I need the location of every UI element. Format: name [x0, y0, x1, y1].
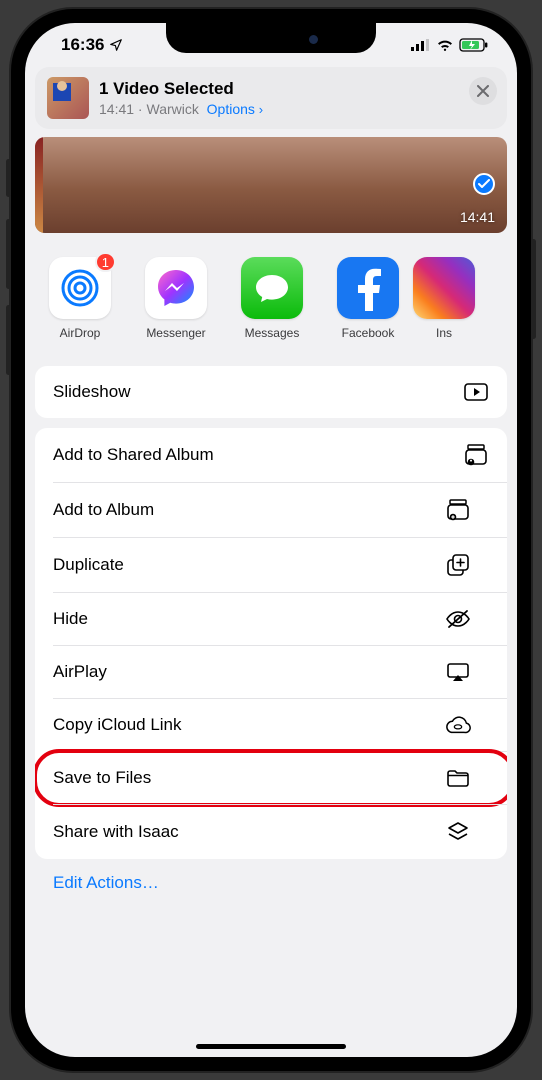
- duplicate-icon: [445, 554, 471, 576]
- close-icon: [477, 85, 489, 97]
- facebook-icon: [351, 265, 385, 311]
- card-actions: Add to Shared Album Add to Album Duplica…: [35, 428, 507, 859]
- app-facebook[interactable]: Facebook: [333, 257, 403, 340]
- app-label: Messenger: [146, 326, 205, 340]
- share-apps-row[interactable]: 1 AirDrop Messenger: [35, 233, 507, 356]
- row-label: Save to Files: [53, 768, 151, 788]
- action-shared-album[interactable]: Add to Shared Album: [35, 428, 507, 482]
- row-label: Share with Isaac: [53, 822, 179, 842]
- app-airdrop[interactable]: 1 AirDrop: [45, 257, 115, 340]
- options-link[interactable]: Options: [207, 101, 255, 117]
- edit-actions-link[interactable]: Edit Actions…: [35, 859, 507, 897]
- row-label: Duplicate: [53, 555, 124, 575]
- volume-up: [6, 219, 11, 289]
- video-preview[interactable]: 14:41: [35, 137, 507, 233]
- row-label: Add to Album: [53, 500, 154, 520]
- card-slideshow: Slideshow: [35, 366, 507, 418]
- signal-icon: [411, 39, 431, 51]
- battery-icon: [459, 38, 489, 52]
- row-label: Add to Shared Album: [53, 445, 214, 465]
- shared-album-icon: [463, 444, 489, 466]
- selection-title: 1 Video Selected: [99, 79, 263, 99]
- side-button: [6, 159, 11, 197]
- home-indicator[interactable]: [196, 1044, 346, 1049]
- row-label: Slideshow: [53, 382, 131, 402]
- selection-thumbnail: [47, 77, 89, 119]
- selection-subtitle: 14:41 · Warwick Options ›: [99, 101, 263, 117]
- row-label: AirPlay: [53, 662, 107, 682]
- action-airplay[interactable]: AirPlay: [53, 645, 507, 698]
- layers-icon: [445, 821, 471, 843]
- device-frame: 16:36 1 Video Selected 14:41 · Warwick O…: [11, 9, 531, 1071]
- app-label: AirDrop: [60, 326, 101, 340]
- row-label: Copy iCloud Link: [53, 715, 182, 735]
- action-duplicate[interactable]: Duplicate: [53, 537, 507, 592]
- airplay-icon: [445, 662, 471, 682]
- chevron-right-icon: ›: [259, 102, 263, 117]
- app-messages[interactable]: Messages: [237, 257, 307, 340]
- action-share-isaac[interactable]: Share with Isaac: [53, 804, 507, 859]
- messages-icon: [252, 268, 292, 308]
- badge: 1: [95, 252, 116, 272]
- action-save-files[interactable]: Save to Files: [53, 751, 507, 804]
- status-time: 16:36: [61, 35, 104, 55]
- app-label: Messages: [245, 326, 300, 340]
- action-add-album[interactable]: Add to Album: [53, 482, 507, 537]
- add-album-icon: [445, 499, 471, 521]
- volume-down: [6, 305, 11, 375]
- notch: [166, 23, 376, 53]
- app-label: Facebook: [342, 326, 395, 340]
- app-label: Ins: [436, 326, 452, 340]
- location-icon: [109, 38, 123, 52]
- play-rect-icon: [463, 383, 489, 401]
- action-hide[interactable]: Hide: [53, 592, 507, 645]
- screen: 16:36 1 Video Selected 14:41 · Warwick O…: [25, 23, 517, 1057]
- action-icloud-link[interactable]: Copy iCloud Link: [53, 698, 507, 751]
- action-slideshow[interactable]: Slideshow: [35, 366, 507, 418]
- row-label: Hide: [53, 609, 88, 629]
- hide-icon: [445, 609, 471, 629]
- power-button: [531, 239, 536, 339]
- close-button[interactable]: [469, 77, 497, 105]
- folder-icon: [445, 769, 471, 787]
- app-instagram[interactable]: Ins: [429, 257, 459, 340]
- wifi-icon: [436, 39, 454, 52]
- app-messenger[interactable]: Messenger: [141, 257, 211, 340]
- video-duration: 14:41: [460, 209, 495, 225]
- cloud-link-icon: [445, 716, 471, 734]
- messenger-icon: [153, 265, 199, 311]
- check-icon: [478, 179, 490, 189]
- selected-checkmark: [473, 173, 495, 195]
- airdrop-icon: [56, 264, 104, 312]
- share-header: 1 Video Selected 14:41 · Warwick Options…: [35, 67, 507, 129]
